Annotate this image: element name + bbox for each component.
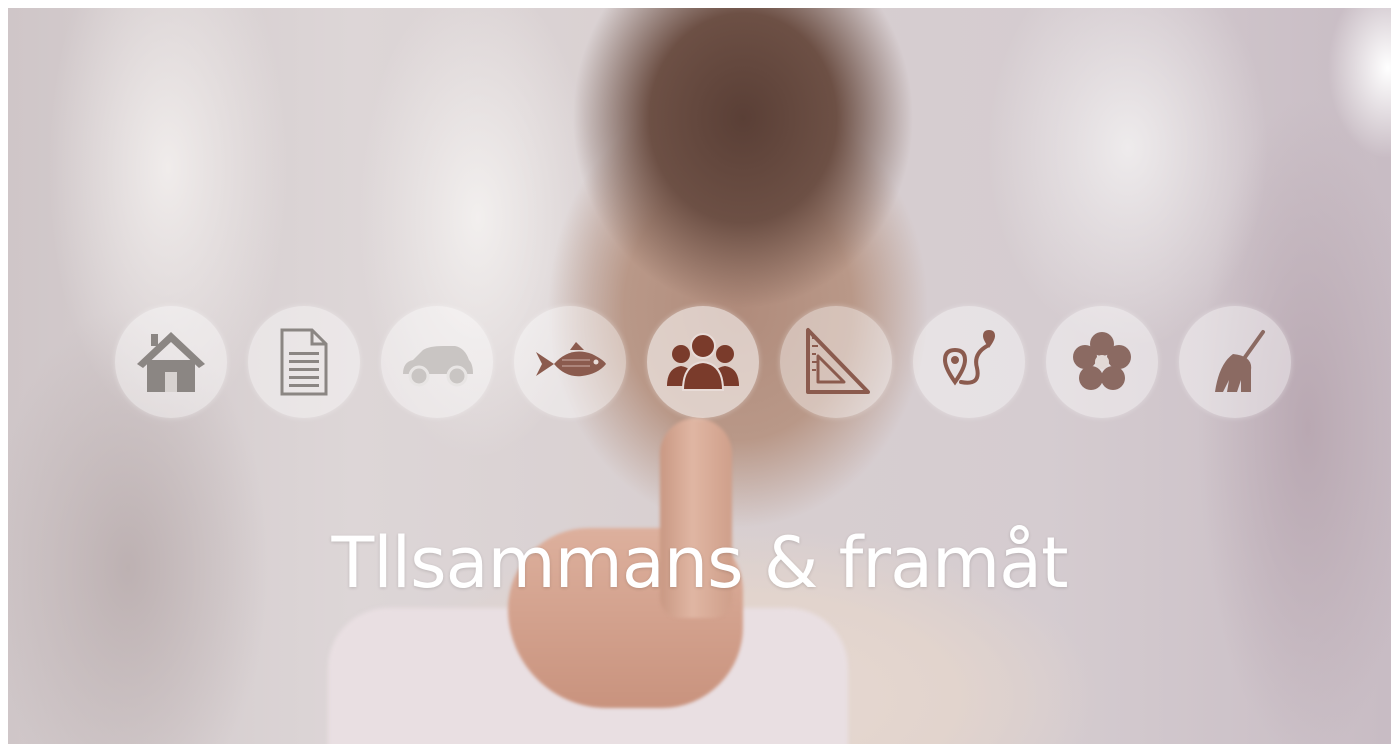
route-pin-icon xyxy=(942,330,995,386)
car-icon xyxy=(403,346,473,387)
people-icon xyxy=(667,333,739,391)
headline: Tllsammans & framåt xyxy=(331,522,1068,604)
people-button[interactable] xyxy=(647,306,759,418)
document-icon xyxy=(280,328,328,396)
document-button[interactable] xyxy=(248,306,360,418)
set-square-button[interactable] xyxy=(780,306,892,418)
icon-row xyxy=(115,306,1291,418)
hero-frame: Tllsammans & framåt xyxy=(8,8,1391,744)
house-icon xyxy=(137,332,205,392)
broom-icon xyxy=(1215,330,1265,392)
house-button[interactable] xyxy=(115,306,227,418)
set-square-icon xyxy=(806,328,870,394)
broom-button[interactable] xyxy=(1179,306,1291,418)
car-button[interactable] xyxy=(381,306,493,418)
fish-button[interactable] xyxy=(514,306,626,418)
fish-icon xyxy=(536,342,606,377)
flower-icon xyxy=(1073,332,1131,390)
route-button[interactable] xyxy=(913,306,1025,418)
flower-button[interactable] xyxy=(1046,306,1158,418)
